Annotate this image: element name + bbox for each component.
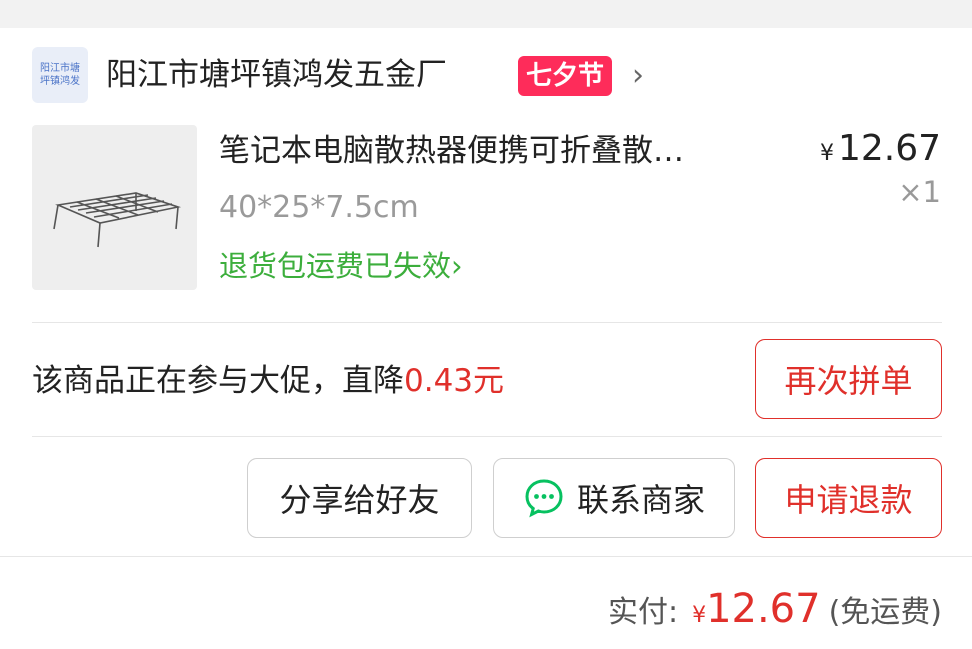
promo-discount-amount: 0.43元: [404, 363, 505, 399]
share-button[interactable]: 分享给好友: [247, 458, 472, 538]
reorder-button[interactable]: 再次拼单: [755, 339, 942, 419]
divider: [32, 436, 942, 437]
shop-name[interactable]: 阳江市塘坪镇鸿发五金厂: [106, 53, 447, 97]
paid-label: 实付:: [607, 595, 679, 630]
price-value: 12.67: [837, 128, 941, 169]
wechat-chat-icon: [525, 479, 563, 518]
price-currency: ¥: [819, 141, 834, 166]
return-status-label: 退货包运费已失效: [219, 249, 452, 283]
request-refund-button[interactable]: 申请退款: [755, 458, 942, 538]
shipping-note: (免运费): [828, 595, 942, 630]
top-spacer: [0, 0, 972, 28]
return-shipping-status[interactable]: 退货包运费已失效›: [219, 244, 463, 288]
shop-chevron-icon[interactable]: ›: [632, 54, 644, 98]
paid-amount: 12.67: [706, 586, 821, 632]
product-quantity: ×1: [898, 175, 941, 209]
promo-text: 该商品正在参与大促，直降0.43元: [32, 358, 504, 404]
cooling-rack-icon: [53, 192, 182, 248]
product-spec: 40*25*7.5cm: [219, 190, 419, 225]
product-title[interactable]: 笔记本电脑散热器便携可折叠散…: [219, 128, 779, 174]
section-divider: [0, 556, 972, 557]
contact-seller-button[interactable]: 联系商家: [493, 458, 735, 538]
shop-logo[interactable]: 阳江市塘坪镇鸿发: [32, 47, 88, 103]
shop-logo-text: 阳江市塘坪镇鸿发: [40, 63, 80, 87]
divider: [32, 322, 942, 323]
product-price: ¥12.67: [820, 126, 941, 172]
return-status-chevron-icon: ›: [451, 249, 463, 283]
product-image[interactable]: [32, 125, 197, 290]
contact-seller-label: 联系商家: [576, 481, 705, 519]
festival-badge: 七夕节: [518, 56, 613, 96]
payment-summary: 实付: ¥12.67 (免运费): [608, 584, 942, 642]
paid-currency: ¥: [692, 603, 707, 628]
promo-label: 该商品正在参与大促，直降: [32, 363, 404, 399]
